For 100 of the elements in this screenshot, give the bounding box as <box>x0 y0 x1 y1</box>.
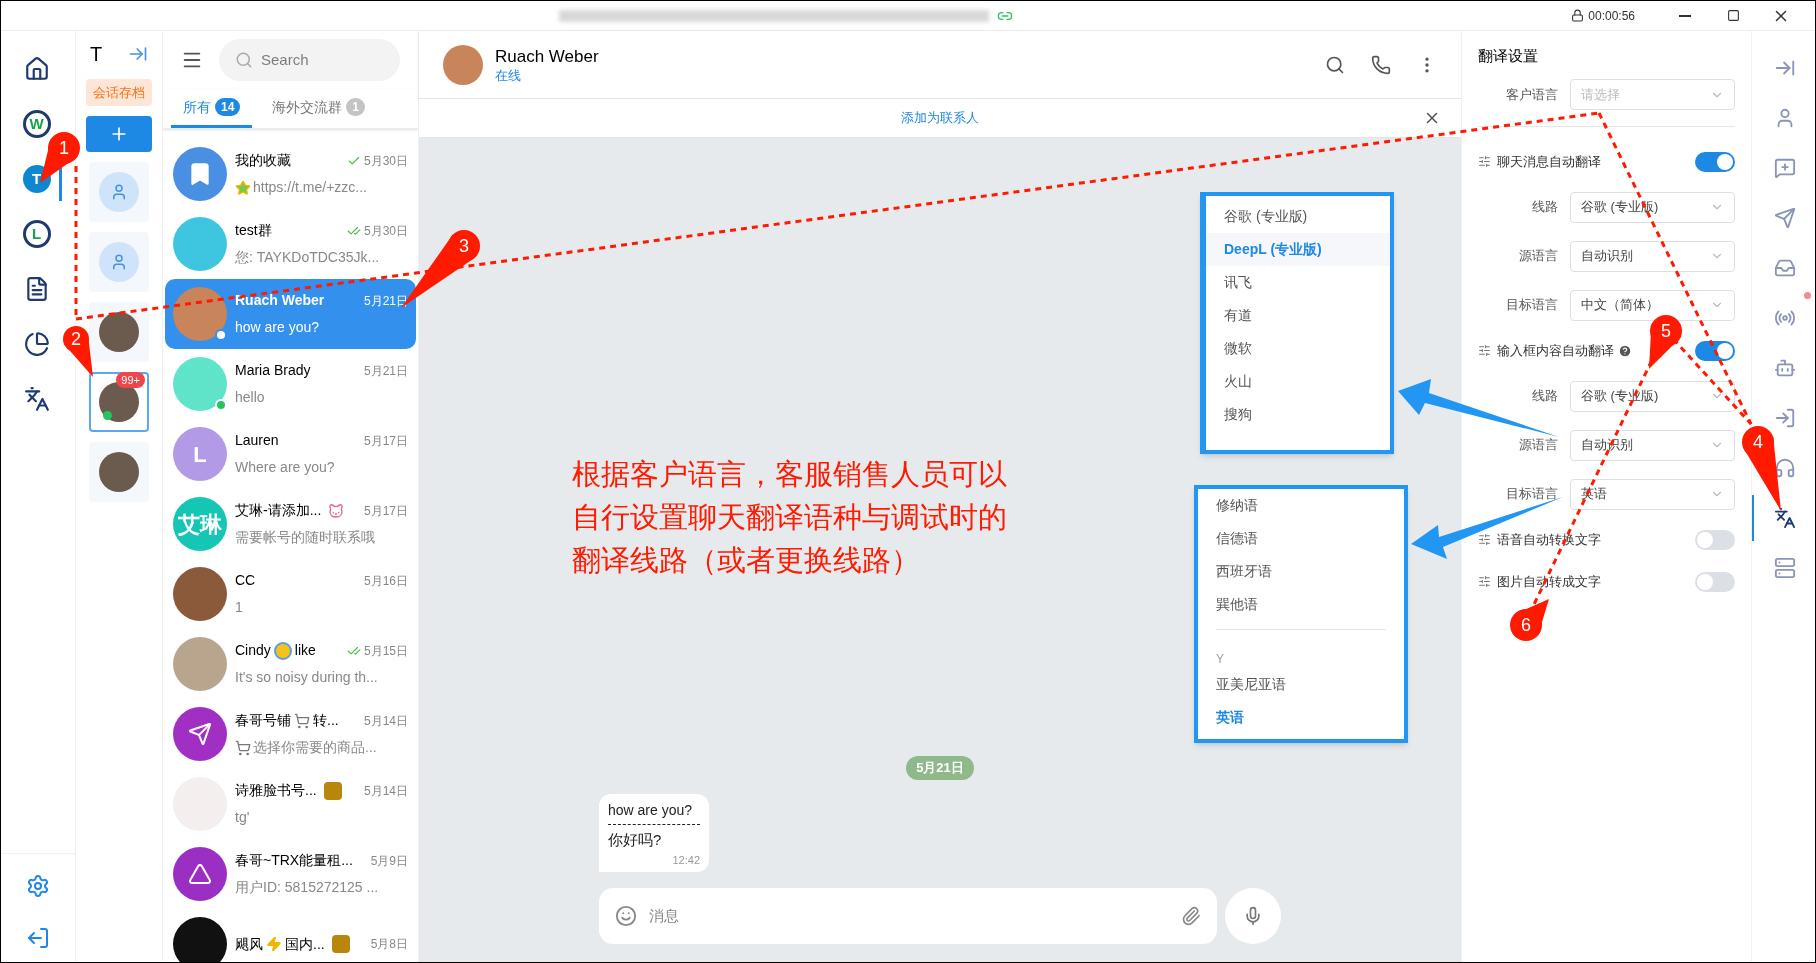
logout-icon <box>26 926 50 950</box>
chat-preview: 需要帐号的随时联系哦 <box>235 528 375 547</box>
toggle-switch[interactable] <box>1695 571 1735 592</box>
chat-name: Lauren <box>235 431 279 450</box>
microphone-button[interactable] <box>1225 888 1281 944</box>
annotation-pin: 4 <box>1742 426 1781 511</box>
message-composer[interactable]: 消息 <box>599 888 1217 944</box>
letter-logo-icon: L <box>22 220 51 248</box>
menu-item[interactable]: 微软 <box>1206 332 1390 365</box>
message-input[interactable]: 消息 <box>649 904 1169 928</box>
menu-item[interactable]: 讯飞 <box>1206 266 1390 299</box>
chat-time: 5月14日 <box>363 712 408 730</box>
collapse-icon[interactable] <box>128 44 148 64</box>
menu-item[interactable]: 有道 <box>1206 299 1390 332</box>
toggle-switch[interactable] <box>1695 151 1735 172</box>
settings-icon <box>1478 533 1491 546</box>
account-card[interactable] <box>89 302 149 362</box>
translate-icon <box>1773 507 1796 529</box>
triangle-icon <box>188 862 212 886</box>
tab[interactable]: 所有 14 <box>171 89 253 128</box>
settings-icon <box>1478 155 1491 168</box>
chat-name: like <box>294 641 316 660</box>
chat-preview: 选择你需要的商品... <box>253 738 377 757</box>
field-label: 线路 <box>1531 198 1558 217</box>
account-card[interactable] <box>89 442 149 502</box>
chat-name: 转... <box>313 711 339 730</box>
user-icon <box>110 183 128 201</box>
chat-name: Maria Brady <box>235 361 311 380</box>
search-icon <box>235 51 253 69</box>
field-label: 线路 <box>1531 387 1558 406</box>
settings-button[interactable] <box>26 874 50 898</box>
scared-face-icon <box>273 641 292 660</box>
lightning-icon <box>266 936 282 952</box>
toggle-switch[interactable] <box>1695 340 1735 361</box>
search-icon[interactable] <box>1325 54 1345 75</box>
cart-icon <box>235 739 251 756</box>
chat-time: 5月21日 <box>363 362 408 380</box>
chat-time: 5月17日 <box>363 432 408 450</box>
chat-preview: 您: TAYKDoTDC35Jk... <box>235 248 380 267</box>
chat-name: Cindy <box>235 641 271 660</box>
chat-row[interactable]: Cindy like 5月15日 It's so noisy during th... <box>165 629 416 699</box>
menu-item[interactable]: 英语 <box>1198 701 1404 734</box>
select-field[interactable]: 自动识别 <box>1570 240 1735 272</box>
menu-item[interactable]: 火山 <box>1206 365 1390 398</box>
send-icon <box>1773 207 1796 229</box>
letter-logo-icon: W <box>22 110 51 138</box>
menu-item[interactable]: 信德语 <box>1198 522 1404 555</box>
chat-row[interactable]: 春哥~TRX能量租... 5月9日 用户ID: 5815272125 ... <box>165 839 416 909</box>
chat-row[interactable]: CC 5月16日 1 <box>165 559 416 629</box>
chat-preview: how are you? <box>235 318 320 337</box>
cat-sticker-icon <box>328 502 345 519</box>
chat-time: 5月30日 <box>363 152 408 170</box>
chat-row[interactable]: 飓风 国内... 5月8日 <box>165 909 416 962</box>
chat-name: 诗雅脸书号... <box>235 781 317 800</box>
menu-item[interactable]: 搜狗 <box>1206 398 1390 431</box>
account-card[interactable]: 99+ <box>89 372 149 432</box>
paper-plane-icon <box>188 722 212 746</box>
menu-item[interactable]: 巽他语 <box>1198 588 1404 621</box>
chat-row[interactable]: 诗雅脸书号... 5月14日 tg' <box>165 769 416 839</box>
menu-item[interactable]: 西班牙语 <box>1198 555 1404 588</box>
add-contact-link[interactable]: 添加为联系人 <box>901 108 979 128</box>
chat-name: 艾琳-请添加... <box>235 501 322 520</box>
menu-item[interactable]: 修纳语 <box>1198 489 1404 522</box>
phone-icon[interactable] <box>1371 54 1391 75</box>
headset-icon <box>1773 457 1796 479</box>
menu-item[interactable]: 谷歌 (专业版) <box>1206 200 1390 233</box>
search-bar[interactable]: Search <box>219 39 400 81</box>
translate-icon <box>23 386 50 412</box>
maximize-icon <box>1726 9 1740 22</box>
annotation-pin: 2 <box>63 326 93 377</box>
emoji-icon[interactable] <box>615 905 637 927</box>
panel-title: 翻译设置 <box>1478 46 1539 66</box>
chat-row[interactable]: 艾琳 艾琳-请添加... 5月17日 需要帐号的随时联系哦 <box>165 489 416 559</box>
toggle-label: 聊天消息自动翻译 <box>1497 152 1601 171</box>
chat-plus-icon <box>1773 157 1796 179</box>
field-label: 源语言 <box>1518 247 1558 266</box>
chat-row[interactable]: L Lauren 5月17日 Where are you? <box>165 419 416 489</box>
annotation-text: 根据客户语言，客服销售人员可以 <box>572 457 1007 492</box>
avatar: L <box>173 427 227 481</box>
chat-row[interactable]: 春哥号铺 转... 5月14日 选择你需要的商品... <box>165 699 416 769</box>
add-account-button[interactable] <box>86 116 152 152</box>
chat-name: CC <box>235 571 256 590</box>
search-input[interactable]: Search <box>261 48 361 72</box>
logout-button[interactable] <box>26 926 50 950</box>
field-label: 客户语言 <box>1505 85 1558 104</box>
chat-time: 5月9日 <box>370 852 408 870</box>
robot-icon <box>1773 357 1796 379</box>
lock-icon <box>1571 9 1585 22</box>
chat-time: 5月14日 <box>363 782 408 800</box>
tab[interactable]: 海外交流群 1 <box>260 89 378 128</box>
message-text: how are you? <box>608 800 700 825</box>
chat-row[interactable]: Maria Brady 5月21日 hello <box>165 349 416 419</box>
user-icon <box>110 253 128 271</box>
annotation-pin: 6 <box>1510 599 1549 641</box>
menu-item[interactable]: 亚美尼亚语 <box>1198 668 1404 701</box>
toggle-switch[interactable] <box>1695 529 1735 550</box>
attachment-icon[interactable] <box>1181 906 1201 926</box>
chat-row[interactable]: 我的收藏 5月30日 https://t.me/+zzc... <box>165 139 416 209</box>
chat-name: test群 <box>235 221 272 240</box>
annotation-pin: 1 <box>40 132 80 183</box>
